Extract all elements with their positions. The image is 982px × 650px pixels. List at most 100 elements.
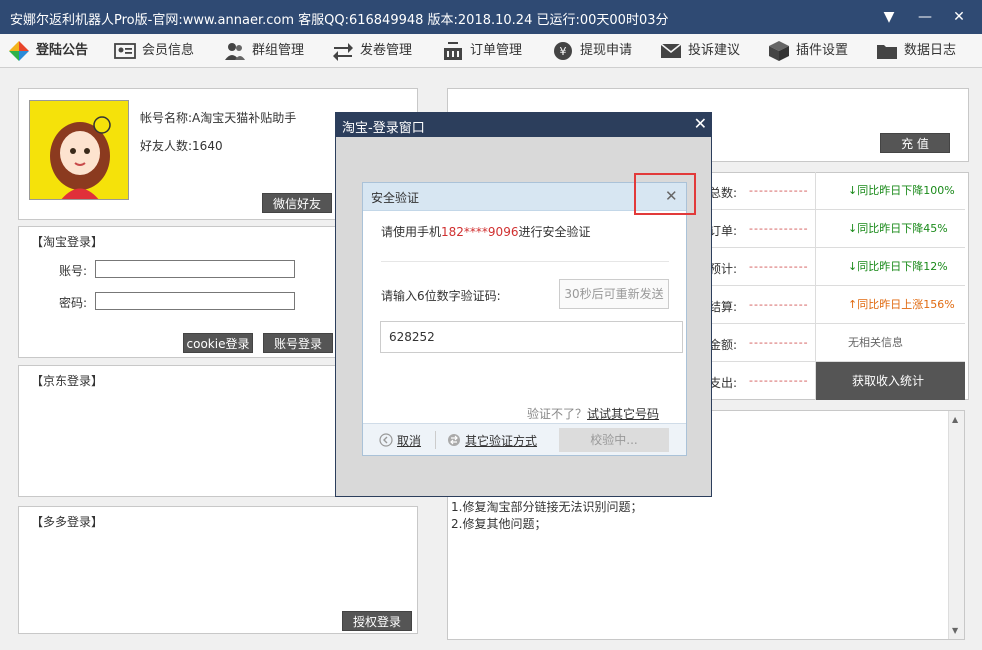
resend-code-button[interactable]: 30秒后可重新发送 xyxy=(559,279,669,309)
stat-compare: ↑同比昨日上涨156% xyxy=(815,286,965,324)
divider xyxy=(381,261,669,262)
nav-label: 群组管理 xyxy=(252,43,305,58)
nav-label: 登陆公告 xyxy=(36,43,89,58)
transfer-arrows-icon xyxy=(333,42,353,61)
nav-order-manage[interactable]: 订单管理 xyxy=(442,34,522,68)
yen-coin-icon: ¥ xyxy=(554,41,572,60)
envelope-icon xyxy=(660,42,682,58)
stat-label: 支出: xyxy=(709,376,738,390)
other-verify-method-link[interactable]: 其它验证方式 xyxy=(447,432,537,449)
stat-value: ------------ xyxy=(749,260,809,273)
verify-button[interactable]: 校验中... xyxy=(559,428,669,452)
stat-value: ------------ xyxy=(749,222,809,235)
password-label: 密码: xyxy=(59,296,88,310)
nav-withdraw[interactable]: ¥ 提现申请 xyxy=(552,34,632,68)
security-dialog-footer: 取消 其它验证方式 校验中... xyxy=(363,423,686,455)
cookie-login-button[interactable]: cookie登录 xyxy=(183,333,253,353)
password-input[interactable] xyxy=(95,292,295,310)
jd-login-title: 【京东登录】 xyxy=(31,374,104,388)
footer-divider xyxy=(435,431,436,449)
stat-compare: ↓同比昨日下降45% xyxy=(815,210,965,248)
stat-value: ------------ xyxy=(749,374,809,387)
nav-member-info[interactable]: 会员信息 xyxy=(114,34,194,68)
stat-value: ------------ xyxy=(749,336,809,349)
stat-compare: 无相关信息 xyxy=(815,324,965,362)
stat-label: 预计: xyxy=(709,262,738,276)
phone-prompt: 请使用手机182****9096进行安全验证 xyxy=(381,223,590,240)
help-prefix: 验证不了？ xyxy=(527,407,588,421)
avatar xyxy=(29,100,129,200)
scroll-down-icon[interactable]: ▼ xyxy=(952,626,958,635)
stat-value: ------------ xyxy=(749,298,809,311)
highlight-box xyxy=(634,173,696,215)
close-icon[interactable]: ✕ xyxy=(948,6,970,28)
menu-dropdown-icon[interactable]: ▼ xyxy=(878,6,900,28)
nav-group-manage[interactable]: 群组管理 xyxy=(224,34,304,68)
cube-icon xyxy=(769,40,789,61)
nav-login-notice[interactable]: 登陆公告 xyxy=(8,34,88,68)
scroll-up-icon[interactable]: ▲ xyxy=(952,415,958,424)
nav-label: 会员信息 xyxy=(142,43,195,58)
nav-label: 投诉建议 xyxy=(688,43,741,58)
title-bar: 安娜尔返利机器人Pro版-官网:www.annaer.com 客服QQ:6168… xyxy=(0,0,982,34)
svg-text:¥: ¥ xyxy=(560,45,567,58)
login-window-close-icon[interactable]: ✕ xyxy=(694,114,707,133)
stat-compare: ↓同比昨日下降100% xyxy=(815,172,965,210)
stat-label: 订单: xyxy=(709,224,738,238)
login-window-header: 淘宝-登录窗口 ✕ xyxy=(336,113,711,137)
nav-label: 发卷管理 xyxy=(360,43,413,58)
folder-icon xyxy=(877,44,897,59)
pdd-login-panel: 【多多登录】 授权登录 xyxy=(18,506,418,634)
other-method-label: 其它验证方式 xyxy=(465,434,538,448)
avatar-girl-icon xyxy=(50,116,111,199)
get-income-stats-button[interactable]: 获取收入统计 xyxy=(815,362,965,400)
scrollbar[interactable]: ▲ ▼ xyxy=(948,411,964,639)
log-line: 1.修复淘宝部分链接无法识别问题； xyxy=(451,500,643,514)
nav-label: 插件设置 xyxy=(796,43,849,58)
stat-label: 总数: xyxy=(709,186,738,200)
login-window-title: 淘宝-登录窗口 xyxy=(342,121,425,136)
main-nav: 登陆公告 会员信息 群组管理 发卷管理 订单管理 ¥ 提现申请 投诉建议 插件设… xyxy=(0,34,982,68)
phone-suffix: 进行安全验证 xyxy=(518,225,591,239)
basket-icon xyxy=(444,41,462,60)
id-card-icon xyxy=(114,42,136,59)
security-dialog-title: 安全验证 xyxy=(371,191,420,205)
account-label: 账号: xyxy=(59,264,88,278)
taobao-login-title: 【淘宝登录】 xyxy=(31,235,104,249)
users-icon xyxy=(225,42,245,60)
account-name: 帐号名称:A淘宝天猫补贴助手 xyxy=(140,111,297,125)
wechat-friends-button[interactable]: 微信好友 xyxy=(262,193,332,213)
help-text: 验证不了？试试其它号码 xyxy=(527,405,659,422)
recharge-button[interactable]: 充 值 xyxy=(880,133,950,153)
security-verify-dialog: 安全验证 ✕ 请使用手机182****9096进行安全验证 请输入6位数字验证码… xyxy=(362,182,687,456)
nav-coupon-manage[interactable]: 发卷管理 xyxy=(332,34,412,68)
cancel-label: 取消 xyxy=(397,434,422,448)
cancel-link[interactable]: 取消 xyxy=(379,432,421,449)
nav-plugin-settings[interactable]: 插件设置 xyxy=(768,34,848,68)
swap-icon xyxy=(448,434,460,446)
stat-compare: ↓同比昨日下降12% xyxy=(815,248,965,286)
auth-login-button[interactable]: 授权登录 xyxy=(342,611,412,631)
colorful-logo-icon xyxy=(9,40,29,61)
code-label: 请输入6位数字验证码: xyxy=(381,289,501,303)
verify-code-input[interactable]: 628252 xyxy=(380,321,683,353)
pdd-login-title: 【多多登录】 xyxy=(31,515,104,529)
stat-label: 结算: xyxy=(709,300,738,314)
stat-value: ------------ xyxy=(749,184,809,197)
nav-data-log[interactable]: 数据日志 xyxy=(876,34,956,68)
nav-label: 提现申请 xyxy=(580,43,633,58)
account-input[interactable] xyxy=(95,260,295,278)
window-title: 安娜尔返利机器人Pro版-官网:www.annaer.com 客服QQ:6168… xyxy=(10,13,669,28)
phone-prefix: 请使用手机 xyxy=(381,225,442,239)
minimize-icon[interactable]: — xyxy=(914,6,936,28)
log-line: 2.修复其他问题； xyxy=(451,517,547,531)
try-other-number-link[interactable]: 试试其它号码 xyxy=(587,407,659,421)
nav-label: 订单管理 xyxy=(470,43,523,58)
phone-number: 182****9096 xyxy=(441,225,519,239)
nav-label: 数据日志 xyxy=(904,43,957,58)
back-arrow-icon xyxy=(379,433,393,447)
stat-label: 金额: xyxy=(709,338,738,352)
nav-complaint[interactable]: 投诉建议 xyxy=(660,34,740,68)
friend-count: 好友人数:1640 xyxy=(140,139,223,153)
account-login-button[interactable]: 账号登录 xyxy=(263,333,333,353)
